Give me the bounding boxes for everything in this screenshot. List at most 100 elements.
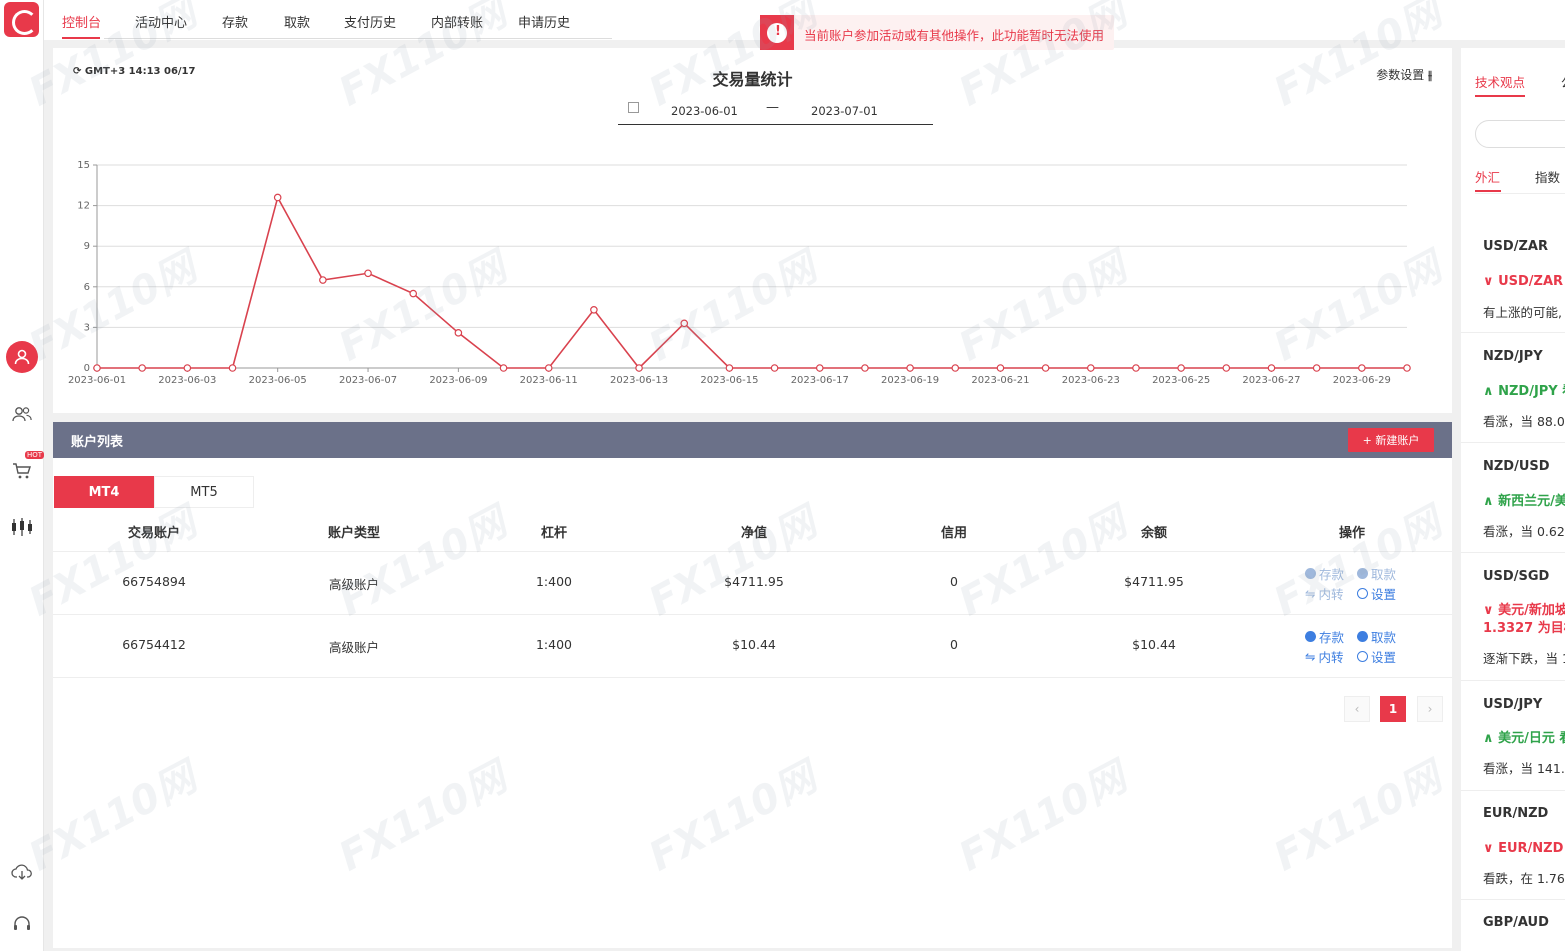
list-item[interactable]: NZD/JPY ∧ NZD/JPY 看 看涨，当 88.04 — [1461, 334, 1565, 443]
data-point — [138, 364, 146, 372]
list-item[interactable]: USD/ZAR ∨ USD/ZAR 美 有上涨的可能, — [1461, 223, 1565, 333]
x-tick-label: 2023-06-27 — [1242, 375, 1300, 386]
settings-link[interactable]: 设置 — [1357, 647, 1396, 666]
search-input[interactable] — [1475, 120, 1565, 148]
tab-technical-views[interactable]: 技术观点 — [1475, 72, 1525, 91]
list-item[interactable]: GBP/AUD — [1461, 901, 1565, 951]
item-symbol: NZD/JPY — [1483, 349, 1543, 364]
col-account: 交易账户 — [127, 526, 181, 541]
hot-badge: HOT — [24, 451, 44, 459]
x-tick-label: 2023-06-03 — [158, 375, 216, 386]
cell-equity: $10.44 — [732, 637, 776, 652]
withdraw-link[interactable]: 取款 — [1357, 564, 1396, 583]
x-tick-label: 2023-06-19 — [881, 375, 939, 386]
y-tick-label: 9 — [84, 241, 90, 252]
deposit-link[interactable]: 存款 — [1305, 564, 1344, 583]
data-point — [1086, 364, 1095, 372]
nav-payment-history[interactable]: 支付历史 — [344, 12, 396, 31]
item-signal: ∨ USD/ZAR 美 — [1483, 274, 1565, 289]
col-actions: 操作 — [1338, 526, 1366, 541]
x-tick-label: 2023-06-01 — [68, 375, 126, 386]
line-chart: 0 3 6 9 12 15 2023-06-01 2023-06-03 2023-06-05 20… — [68, 160, 1411, 386]
item-symbol: GBP/AUD — [1483, 915, 1549, 930]
data-point — [725, 364, 734, 372]
prev-page-button[interactable]: ‹ — [1344, 696, 1370, 722]
cell-balance: $4711.95 — [1124, 574, 1184, 589]
download-icon[interactable] — [6, 856, 38, 888]
data-point — [454, 329, 463, 337]
item-signal-cont: 1.3327 为目标 — [1483, 621, 1565, 636]
x-tick-label: 2023-06-07 — [339, 375, 397, 386]
candlestick-icon[interactable] — [6, 511, 38, 543]
y-tick-label: 15 — [77, 160, 90, 171]
item-desc: 看涨，当 0.620 — [1483, 524, 1565, 539]
item-symbol: USD/JPY — [1483, 697, 1543, 712]
transfer-icon: ⇋ — [1305, 586, 1316, 601]
data-point — [815, 364, 824, 372]
subtab-indices[interactable]: 指数 — [1535, 167, 1560, 186]
tab-mt4[interactable]: MT4 — [54, 476, 154, 508]
tab-announcements[interactable]: 公 — [1561, 72, 1565, 91]
data-point — [635, 364, 643, 372]
col-equity: 净值 — [740, 526, 768, 541]
table-row: 66754412 高级账户 1:400 $10.44 0 $10.44 存款 取… — [53, 615, 1452, 678]
cell-credit: 0 — [950, 637, 958, 652]
data-point — [1041, 364, 1050, 372]
table-header: 交易账户 账户类型 杠杆 净值 信用 余额 操作 — [53, 510, 1452, 552]
list-item[interactable]: USD/JPY ∧ 美元/日元 看 看涨，当 141.4 — [1461, 682, 1565, 791]
item-signal: ∨ 美元/新加坡 — [1483, 603, 1565, 618]
logo-icon[interactable] — [4, 2, 39, 37]
user-icon[interactable] — [6, 341, 38, 373]
x-tick-label: 2023-06-21 — [971, 375, 1029, 386]
data-point — [364, 269, 372, 278]
data-point — [590, 306, 598, 314]
cart-icon[interactable]: HOT — [6, 451, 44, 487]
y-tick-label: 6 — [84, 282, 90, 293]
data-point — [1403, 364, 1411, 372]
nav-activity-center[interactable]: 活动中心 — [135, 12, 187, 31]
tab-active-underline — [1475, 95, 1525, 97]
deposit-link[interactable]: 存款 — [1305, 627, 1344, 646]
left-rail: HOT — [0, 0, 44, 951]
item-desc: 有上涨的可能, — [1483, 305, 1562, 320]
chevron-down-icon: ∨ — [1483, 274, 1499, 289]
page-1-button[interactable]: 1 — [1380, 696, 1406, 722]
list-item[interactable]: USD/SGD ∨ 美元/新加坡 1.3327 为目标 逐渐下跌，当 1 — [1461, 554, 1565, 681]
list-item[interactable]: EUR/NZD ∨ EUR/NZD 看 看跌，在 1.761 — [1461, 792, 1565, 900]
withdraw-link[interactable]: 取款 — [1357, 627, 1396, 646]
data-point — [409, 289, 418, 298]
alert-toast: ! 当前账户参加活动或有其他操作，此功能暂时无法使用 — [760, 15, 1114, 50]
chevron-up-icon: ∧ — [1483, 384, 1499, 399]
item-symbol: USD/ZAR — [1483, 239, 1548, 254]
list-item[interactable]: NZD/USD ∧ 新西兰元/美 看涨，当 0.620 — [1461, 444, 1565, 553]
deposit-icon — [1305, 568, 1316, 579]
x-tick-label: 2023-06-13 — [610, 375, 668, 386]
nav-deposit[interactable]: 存款 — [222, 12, 248, 31]
cell-equity: $4711.95 — [724, 574, 784, 589]
gear-icon — [1357, 651, 1368, 662]
gear-icon — [1357, 588, 1368, 599]
new-account-button[interactable]: + 新建账户 — [1348, 428, 1434, 452]
chevron-down-icon: ∨ — [1483, 603, 1499, 618]
transfer-link[interactable]: ⇋ 内转 — [1305, 584, 1344, 603]
settings-link[interactable]: 设置 — [1357, 584, 1396, 603]
subtab-forex[interactable]: 外汇 — [1475, 167, 1500, 186]
tab-mt5[interactable]: MT5 — [154, 476, 254, 508]
item-desc: 逐渐下跌，当 1 — [1483, 651, 1565, 666]
cell-leverage: 1:400 — [535, 637, 573, 652]
headset-icon[interactable] — [6, 908, 38, 940]
nav-withdraw[interactable]: 取款 — [284, 12, 310, 31]
cell-balance: $10.44 — [1132, 637, 1176, 652]
transfer-link[interactable]: ⇋ 内转 — [1305, 647, 1344, 666]
cell-account: 66754412 — [122, 637, 186, 652]
transfer-icon: ⇋ — [1305, 649, 1316, 664]
data-point — [770, 364, 779, 372]
nav-internal-transfer[interactable]: 内部转账 — [431, 12, 483, 31]
x-tick-label: 2023-06-23 — [1062, 375, 1120, 386]
nav-dashboard[interactable]: 控制台 — [62, 12, 101, 31]
nav-application-history[interactable]: 申请历史 — [518, 12, 570, 31]
next-page-button[interactable]: › — [1417, 696, 1443, 722]
group-icon[interactable] — [6, 398, 38, 430]
alert-message: 当前账户参加活动或有其他操作，此功能暂时无法使用 — [804, 28, 1105, 43]
account-list-title: 账户列表 — [71, 435, 124, 450]
